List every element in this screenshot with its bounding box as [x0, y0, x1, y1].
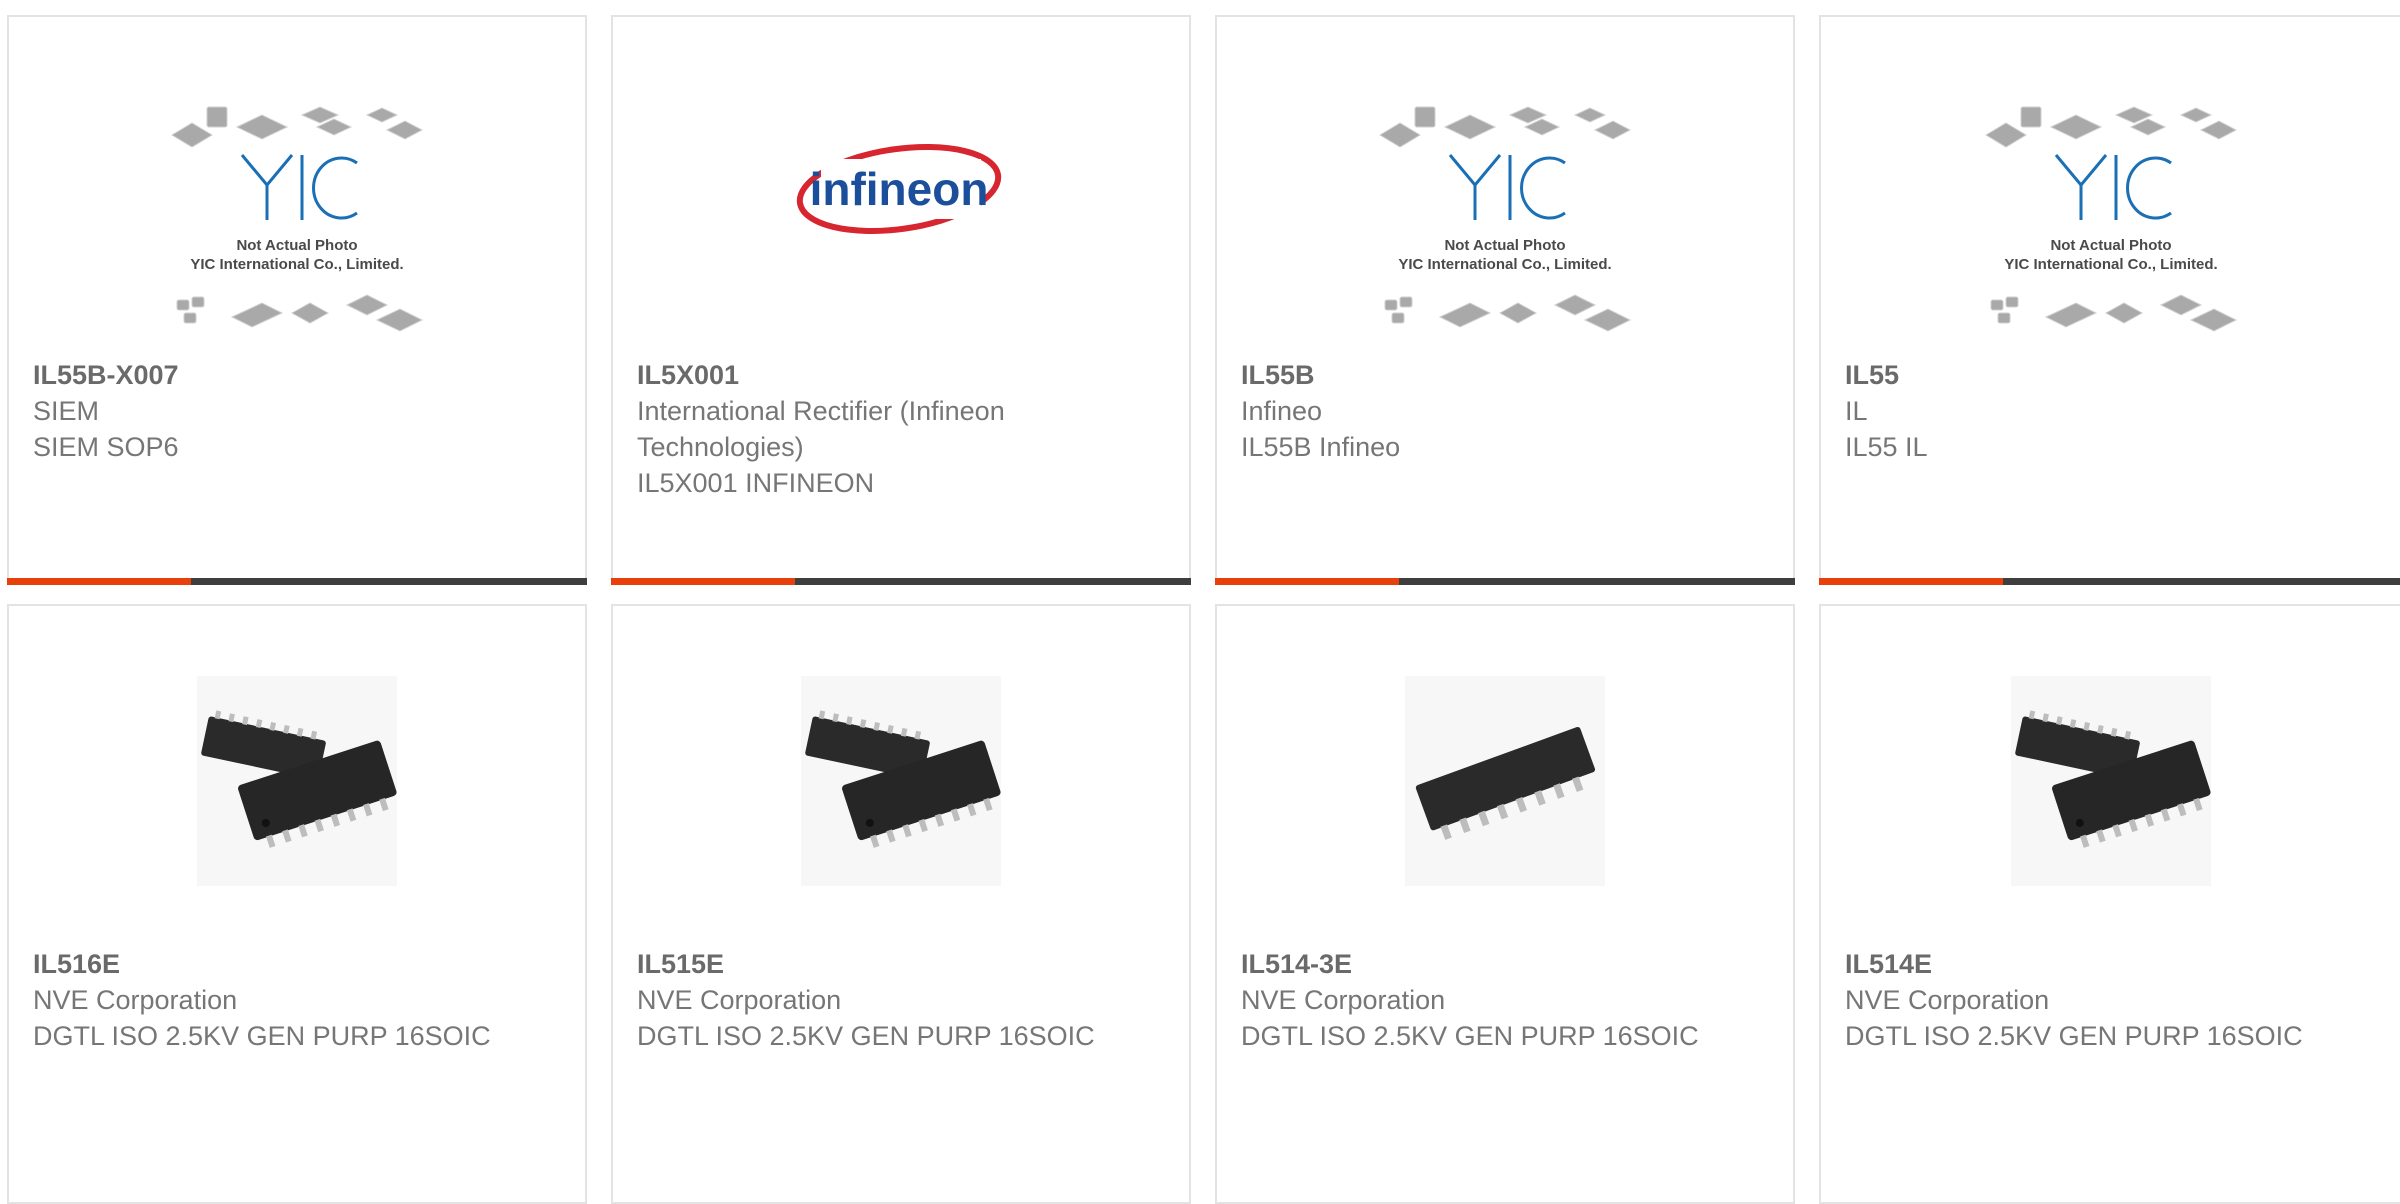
manufacturer: IL: [1845, 396, 1868, 426]
part-number[interactable]: IL515E: [637, 946, 1169, 982]
product-card[interactable]: IL516E NVE Corporation DGTL ISO 2.5KV GE…: [7, 604, 587, 1204]
part-number[interactable]: IL514E: [1845, 946, 2387, 982]
description: IL55 IL: [1845, 432, 1928, 462]
photo-note-line-2: YIC International Co., Limited.: [190, 256, 403, 273]
description: IL5X001 INFINEON: [637, 468, 875, 498]
yic-placeholder-image: Not Actual Photo YIC International Co., …: [1379, 106, 1632, 332]
product-card[interactable]: IL514E NVE Corporation DGTL ISO 2.5KV GE…: [1819, 604, 2400, 1204]
card-bottom-bar: [7, 578, 587, 585]
description: DGTL ISO 2.5KV GEN PURP 16SOIC: [1845, 1021, 2303, 1051]
product-card[interactable]: Not Actual Photo YIC International Co., …: [1819, 15, 2400, 585]
manufacturer: SIEM: [33, 396, 100, 426]
card-bottom-bar-accent: [1819, 578, 2003, 585]
photo-note-line-1: Not Actual Photo: [236, 237, 357, 254]
manufacturer: NVE Corporation: [1845, 985, 2050, 1015]
product-card[interactable]: IL515E NVE Corporation DGTL ISO 2.5KV GE…: [611, 604, 1191, 1204]
soic-chip-image: [197, 676, 397, 886]
manufacturer: NVE Corporation: [33, 985, 238, 1015]
card-bottom-bar: [1215, 578, 1795, 585]
product-card[interactable]: Not Actual Photo YIC International Co., …: [1215, 15, 1795, 585]
description: SIEM SOP6: [33, 432, 179, 462]
manufacturer: Infineo: [1241, 396, 1323, 426]
part-number[interactable]: IL55: [1845, 357, 2387, 393]
card-bottom-bar-accent: [611, 578, 795, 585]
part-number[interactable]: IL55B-X007: [33, 357, 565, 393]
soic-chip-image: [2011, 676, 2211, 886]
description: IL55B Infineo: [1241, 432, 1401, 462]
yic-placeholder-image: Not Actual Photo YIC International Co., …: [171, 106, 424, 332]
description: DGTL ISO 2.5KV GEN PURP 16SOIC: [33, 1021, 491, 1051]
part-number[interactable]: IL516E: [33, 946, 565, 982]
infineon-logo: infineon: [796, 144, 1002, 234]
manufacturer: International Rectifier (Infineon Techno…: [637, 396, 1005, 462]
manufacturer: NVE Corporation: [637, 985, 842, 1015]
photo-note-line-1: Not Actual Photo: [1444, 237, 1565, 254]
infineon-logo-text: infineon: [810, 163, 989, 215]
part-number[interactable]: IL55B: [1241, 357, 1773, 393]
photo-note-line-1: Not Actual Photo: [2050, 237, 2171, 254]
manufacturer: NVE Corporation: [1241, 985, 1446, 1015]
product-card[interactable]: Not Actual Photo YIC International Co., …: [7, 15, 587, 585]
card-bottom-bar-accent: [7, 578, 191, 585]
photo-note-line-2: YIC International Co., Limited.: [1398, 256, 1611, 273]
yic-placeholder-image: Not Actual Photo YIC International Co., …: [1985, 106, 2238, 332]
photo-note-line-2: YIC International Co., Limited.: [2004, 256, 2217, 273]
part-number[interactable]: IL5X001: [637, 357, 1169, 393]
soic-chip-image: [1405, 676, 1605, 886]
product-grid: Not Actual Photo YIC International Co., …: [0, 0, 2400, 1204]
card-bottom-bar: [611, 578, 1191, 585]
card-bottom-bar-accent: [1215, 578, 1399, 585]
product-card[interactable]: IL514-3E NVE Corporation DGTL ISO 2.5KV …: [1215, 604, 1795, 1204]
card-bottom-bar: [1819, 578, 2400, 585]
part-number[interactable]: IL514-3E: [1241, 946, 1773, 982]
description: DGTL ISO 2.5KV GEN PURP 16SOIC: [1241, 1021, 1699, 1051]
soic-chip-image: [801, 676, 1001, 886]
description: DGTL ISO 2.5KV GEN PURP 16SOIC: [637, 1021, 1095, 1051]
product-card[interactable]: infineon IL5X001 International Rectifier…: [611, 15, 1191, 585]
